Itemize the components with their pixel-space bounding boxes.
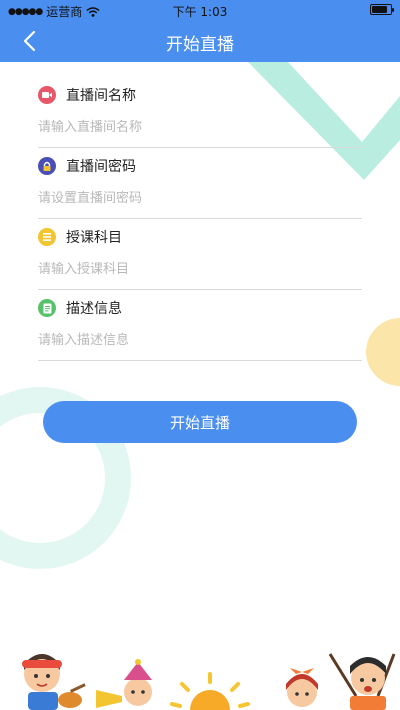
child-guitar-figure [22,654,86,710]
room-name-label: 直播间名称 [66,88,136,104]
child-girl-figure [286,668,318,707]
start-live-button[interactable]: 开始直播 [43,401,357,443]
lock-icon [38,157,56,175]
subject-input[interactable] [38,257,362,281]
field-room-name: 直播间名称 [38,85,362,157]
page-title: 开始直播 [166,35,234,55]
divider [38,289,362,290]
child-trumpet-figure [96,659,152,708]
list-icon [38,228,56,246]
sun-figure [170,672,250,710]
field-description: 描述信息 [38,298,362,370]
subject-label: 授课科目 [66,230,122,246]
nav-bar: 开始直播 [0,20,400,62]
battery-icon [370,4,394,15]
description-label: 描述信息 [66,301,122,317]
description-input[interactable] [38,328,362,352]
room-password-label: 直播间密码 [66,159,136,175]
room-name-input[interactable] [38,115,362,139]
status-bar: ●●●●● 运营商 下午 1:03 [0,0,400,20]
divider [38,360,362,361]
document-icon [38,299,56,317]
divider [38,147,362,148]
field-subject: 授课科目 [38,227,362,299]
cartoon-children-illustration [22,653,396,710]
field-room-password: 直播间密码 [38,156,362,228]
child-drummer-figure [328,653,396,710]
room-password-input[interactable] [38,186,362,210]
video-icon [38,86,56,104]
divider [38,218,362,219]
yellow-circle-shape [366,318,400,386]
status-time: 下午 1:03 [172,5,228,19]
